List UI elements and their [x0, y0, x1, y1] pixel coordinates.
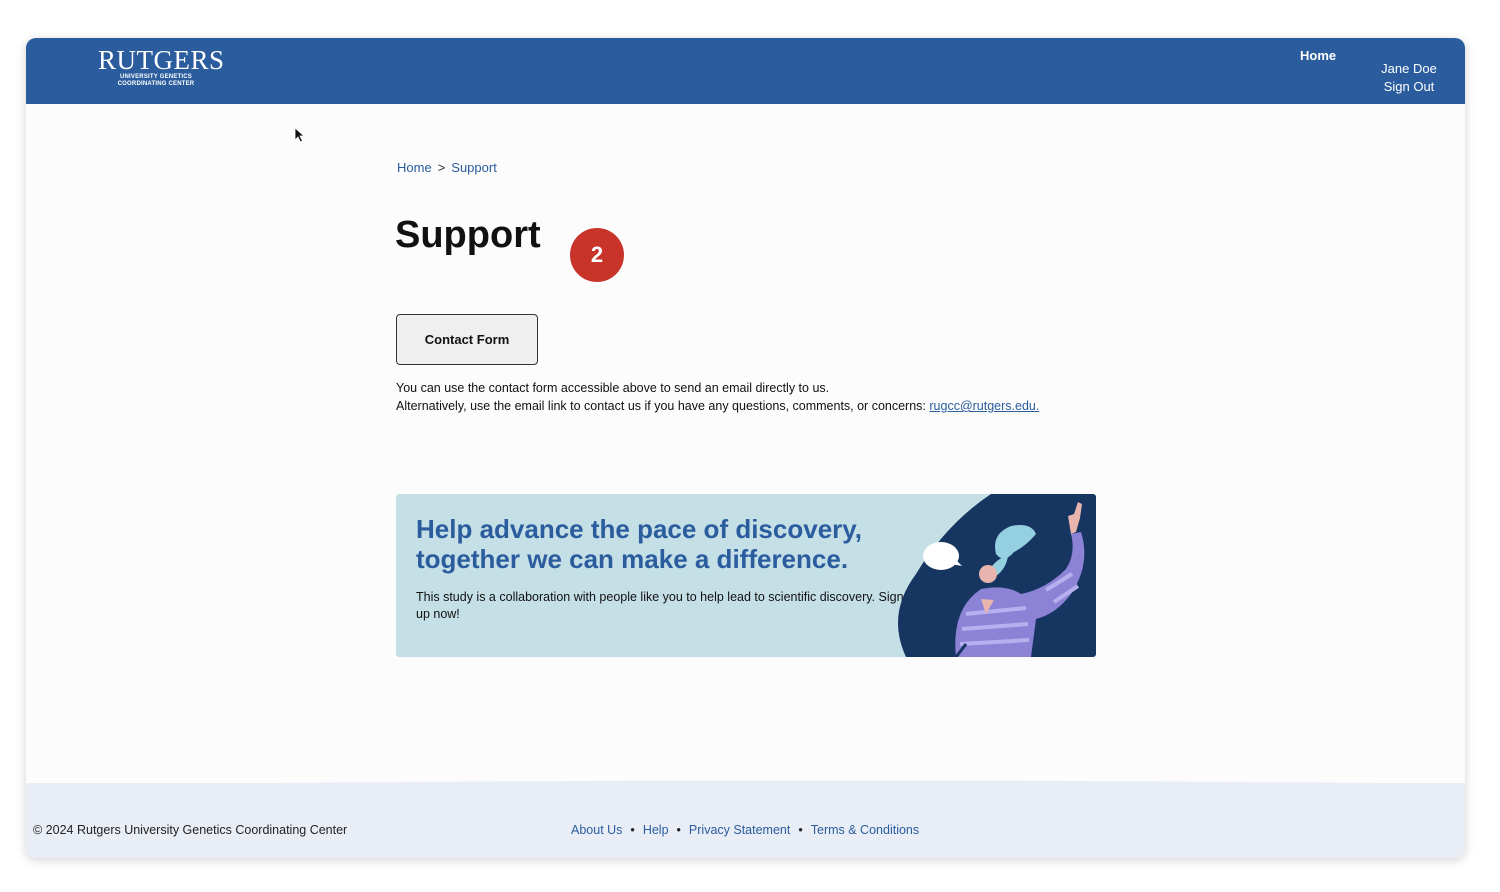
description-line-2: Alternatively, use the email link to con…: [396, 397, 1039, 415]
description-line-1: You can use the contact form accessible …: [396, 381, 830, 395]
woman-waving-illustration: [898, 494, 1096, 657]
footer-link-privacy-statement[interactable]: Privacy Statement: [689, 823, 790, 837]
footer-separator: •: [630, 823, 635, 837]
header-wave-divider: [26, 94, 1465, 104]
contact-form-button[interactable]: Contact Form: [396, 314, 538, 365]
site-footer: [26, 783, 1465, 858]
browser-page: RUTGERS UNIVERSITY GENETICS COORDINATING…: [26, 38, 1465, 858]
breadcrumb: Home > Support: [397, 160, 501, 175]
banner-title: Help advance the pace of discovery, toge…: [416, 514, 863, 574]
step-badge: 2: [570, 228, 624, 282]
support-description: You can use the contact form accessible …: [396, 379, 1039, 415]
mouse-cursor-icon: [294, 127, 306, 143]
breadcrumb-current[interactable]: Support: [451, 160, 497, 175]
email-link[interactable]: rugcc@rutgers.edu.: [929, 399, 1039, 413]
breadcrumb-separator: >: [437, 160, 446, 175]
footer-links: About Us • Help • Privacy Statement • Terms & …: [571, 823, 919, 837]
banner-text: This study is a collaboration with peopl…: [416, 590, 904, 621]
logo-subtitle-line2: COORDINATING CENTER: [117, 81, 195, 87]
description-line-2-text: Alternatively, use the email link to con…: [396, 399, 930, 413]
footer-separator: •: [676, 823, 681, 837]
logo-subtitle-line1: UNIVERSITY GENETICS: [119, 74, 193, 80]
logo-wordmark: RUTGERS: [98, 45, 225, 75]
breadcrumb-home-link[interactable]: Home: [397, 160, 432, 175]
footer-link-terms-conditions[interactable]: Terms & Conditions: [811, 823, 919, 837]
user-name: Jane Doe: [1381, 61, 1437, 76]
footer-separator: •: [798, 823, 803, 837]
rutgers-logo[interactable]: RUTGERS UNIVERSITY GENETICS COORDINATING…: [98, 45, 225, 88]
signup-banner[interactable]: Help advance the pace of discovery, toge…: [396, 494, 1096, 657]
nav-home-link[interactable]: Home: [1300, 48, 1336, 63]
copyright-text: © 2024 Rutgers University Genetics Coord…: [33, 823, 348, 837]
page-title: Support: [395, 214, 541, 256]
sign-out-link[interactable]: Sign Out: [1376, 79, 1442, 94]
footer-link-help[interactable]: Help: [643, 823, 669, 837]
footer-link-about-us[interactable]: About Us: [571, 823, 622, 837]
